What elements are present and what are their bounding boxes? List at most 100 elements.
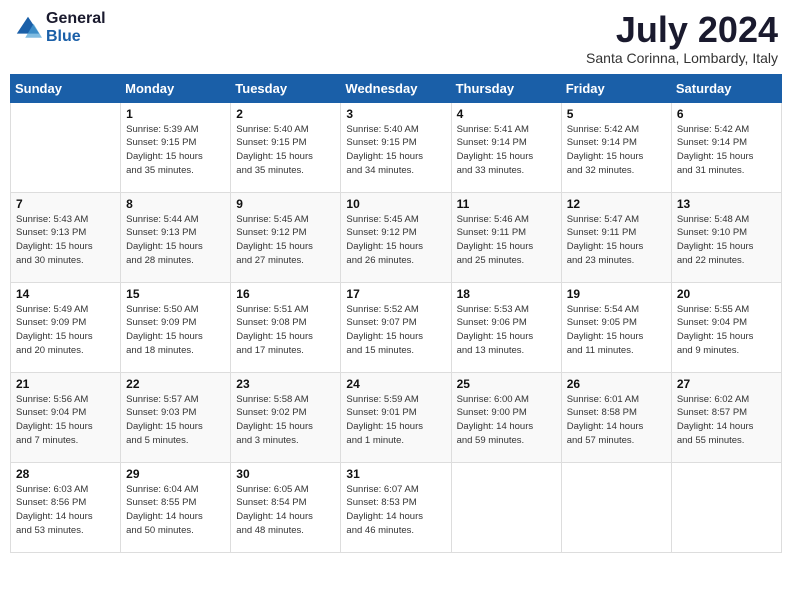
calendar-cell: 19 Sunrise: 5:54 AM Sunset: 9:05 PM Dayli… (561, 282, 671, 372)
logo: General Blue (14, 10, 106, 45)
week-row-4: 21 Sunrise: 5:56 AM Sunset: 9:04 PM Dayli… (11, 372, 782, 462)
day-number: 16 (236, 287, 335, 301)
day-number: 7 (16, 197, 115, 211)
calendar-cell (561, 462, 671, 552)
day-number: 6 (677, 107, 776, 121)
logo-icon (14, 14, 42, 42)
calendar-cell (11, 102, 121, 192)
day-number: 23 (236, 377, 335, 391)
calendar-cell: 24Sunrise: 5:59 AM Sunset: 9:01 PM Dayli… (341, 372, 451, 462)
day-number: 14 (16, 287, 115, 301)
calendar-cell: 5 Sunrise: 5:42 AM Sunset: 9:14 PM Daylig… (561, 102, 671, 192)
day-number: 18 (457, 287, 556, 301)
weekday-header-friday: Friday (561, 74, 671, 102)
day-info: Sunrise: 5:55 AM Sunset: 9:04 PM Dayligh… (677, 303, 776, 358)
day-info: Sunrise: 5:45 AM Sunset: 9:12 PM Dayligh… (236, 213, 335, 268)
calendar-cell: 13 Sunrise: 5:48 AM Sunset: 9:10 PM Dayli… (671, 192, 781, 282)
day-info: Sunrise: 5:50 AM Sunset: 9:09 PM Dayligh… (126, 303, 225, 358)
calendar-cell: 11 Sunrise: 5:46 AM Sunset: 9:11 PM Dayli… (451, 192, 561, 282)
calendar-cell: 25 Sunrise: 6:00 AM Sunset: 9:00 PM Dayli… (451, 372, 561, 462)
week-row-2: 7Sunrise: 5:43 AM Sunset: 9:13 PM Daylig… (11, 192, 782, 282)
day-info: Sunrise: 6:01 AM Sunset: 8:58 PM Dayligh… (567, 393, 666, 448)
calendar-cell: 7Sunrise: 5:43 AM Sunset: 9:13 PM Daylig… (11, 192, 121, 282)
calendar-cell: 12 Sunrise: 5:47 AM Sunset: 9:11 PM Dayli… (561, 192, 671, 282)
day-info: Sunrise: 6:04 AM Sunset: 8:55 PM Dayligh… (126, 483, 225, 538)
calendar-cell: 8 Sunrise: 5:44 AM Sunset: 9:13 PM Daylig… (121, 192, 231, 282)
day-number: 29 (126, 467, 225, 481)
day-info: Sunrise: 6:03 AM Sunset: 8:56 PM Dayligh… (16, 483, 115, 538)
calendar-cell: 16 Sunrise: 5:51 AM Sunset: 9:08 PM Dayli… (231, 282, 341, 372)
calendar-cell: 31Sunrise: 6:07 AM Sunset: 8:53 PM Dayli… (341, 462, 451, 552)
day-number: 4 (457, 107, 556, 121)
day-number: 20 (677, 287, 776, 301)
day-number: 12 (567, 197, 666, 211)
day-info: Sunrise: 5:44 AM Sunset: 9:13 PM Dayligh… (126, 213, 225, 268)
calendar-cell: 6Sunrise: 5:42 AM Sunset: 9:14 PM Daylig… (671, 102, 781, 192)
calendar-cell: 17 Sunrise: 5:52 AM Sunset: 9:07 PM Dayli… (341, 282, 451, 372)
month-title: July 2024 (586, 10, 778, 50)
calendar-cell: 29 Sunrise: 6:04 AM Sunset: 8:55 PM Dayli… (121, 462, 231, 552)
title-area: July 2024 Santa Corinna, Lombardy, Italy (586, 10, 778, 66)
day-number: 22 (126, 377, 225, 391)
calendar-cell: 14 Sunrise: 5:49 AM Sunset: 9:09 PM Dayli… (11, 282, 121, 372)
calendar-cell: 3Sunrise: 5:40 AM Sunset: 9:15 PM Daylig… (341, 102, 451, 192)
day-number: 9 (236, 197, 335, 211)
day-info: Sunrise: 5:56 AM Sunset: 9:04 PM Dayligh… (16, 393, 115, 448)
day-info: Sunrise: 5:40 AM Sunset: 9:15 PM Dayligh… (346, 123, 445, 178)
calendar-cell: 30Sunrise: 6:05 AM Sunset: 8:54 PM Dayli… (231, 462, 341, 552)
day-info: Sunrise: 6:00 AM Sunset: 9:00 PM Dayligh… (457, 393, 556, 448)
day-number: 5 (567, 107, 666, 121)
day-number: 10 (346, 197, 445, 211)
day-number: 28 (16, 467, 115, 481)
location-subtitle: Santa Corinna, Lombardy, Italy (586, 50, 778, 66)
day-info: Sunrise: 5:39 AM Sunset: 9:15 PM Dayligh… (126, 123, 225, 178)
day-number: 19 (567, 287, 666, 301)
day-info: Sunrise: 5:53 AM Sunset: 9:06 PM Dayligh… (457, 303, 556, 358)
calendar-cell: 21 Sunrise: 5:56 AM Sunset: 9:04 PM Dayli… (11, 372, 121, 462)
weekday-header-sunday: Sunday (11, 74, 121, 102)
calendar-cell (451, 462, 561, 552)
day-info: Sunrise: 6:02 AM Sunset: 8:57 PM Dayligh… (677, 393, 776, 448)
day-info: Sunrise: 6:05 AM Sunset: 8:54 PM Dayligh… (236, 483, 335, 538)
day-info: Sunrise: 5:49 AM Sunset: 9:09 PM Dayligh… (16, 303, 115, 358)
day-info: Sunrise: 5:48 AM Sunset: 9:10 PM Dayligh… (677, 213, 776, 268)
day-number: 21 (16, 377, 115, 391)
calendar-cell: 10Sunrise: 5:45 AM Sunset: 9:12 PM Dayli… (341, 192, 451, 282)
calendar-cell: 20 Sunrise: 5:55 AM Sunset: 9:04 PM Dayli… (671, 282, 781, 372)
day-number: 26 (567, 377, 666, 391)
day-info: Sunrise: 5:42 AM Sunset: 9:14 PM Dayligh… (567, 123, 666, 178)
calendar-cell: 2 Sunrise: 5:40 AM Sunset: 9:15 PM Daylig… (231, 102, 341, 192)
header: General Blue July 2024 Santa Corinna, Lo… (10, 10, 782, 66)
weekday-header-monday: Monday (121, 74, 231, 102)
day-number: 25 (457, 377, 556, 391)
calendar-cell: 22 Sunrise: 5:57 AM Sunset: 9:03 PM Dayli… (121, 372, 231, 462)
calendar-cell: 28 Sunrise: 6:03 AM Sunset: 8:56 PM Dayli… (11, 462, 121, 552)
day-number: 31 (346, 467, 445, 481)
day-number: 8 (126, 197, 225, 211)
day-number: 17 (346, 287, 445, 301)
weekday-header-saturday: Saturday (671, 74, 781, 102)
day-info: Sunrise: 5:40 AM Sunset: 9:15 PM Dayligh… (236, 123, 335, 178)
day-number: 11 (457, 197, 556, 211)
day-number: 1 (126, 107, 225, 121)
week-row-3: 14 Sunrise: 5:49 AM Sunset: 9:09 PM Dayli… (11, 282, 782, 372)
calendar-cell (671, 462, 781, 552)
weekday-header-tuesday: Tuesday (231, 74, 341, 102)
day-info: Sunrise: 5:51 AM Sunset: 9:08 PM Dayligh… (236, 303, 335, 358)
day-info: Sunrise: 5:54 AM Sunset: 9:05 PM Dayligh… (567, 303, 666, 358)
weekday-header-wednesday: Wednesday (341, 74, 451, 102)
day-info: Sunrise: 5:52 AM Sunset: 9:07 PM Dayligh… (346, 303, 445, 358)
day-info: Sunrise: 5:46 AM Sunset: 9:11 PM Dayligh… (457, 213, 556, 268)
calendar-cell: 26 Sunrise: 6:01 AM Sunset: 8:58 PM Dayli… (561, 372, 671, 462)
weekday-header-row: SundayMondayTuesdayWednesdayThursdayFrid… (11, 74, 782, 102)
day-info: Sunrise: 5:57 AM Sunset: 9:03 PM Dayligh… (126, 393, 225, 448)
day-number: 2 (236, 107, 335, 121)
weekday-header-thursday: Thursday (451, 74, 561, 102)
day-number: 13 (677, 197, 776, 211)
day-info: Sunrise: 5:47 AM Sunset: 9:11 PM Dayligh… (567, 213, 666, 268)
calendar-table: SundayMondayTuesdayWednesdayThursdayFrid… (10, 74, 782, 553)
day-number: 27 (677, 377, 776, 391)
day-number: 15 (126, 287, 225, 301)
calendar-cell: 1 Sunrise: 5:39 AM Sunset: 9:15 PM Daylig… (121, 102, 231, 192)
calendar-cell: 9 Sunrise: 5:45 AM Sunset: 9:12 PM Daylig… (231, 192, 341, 282)
